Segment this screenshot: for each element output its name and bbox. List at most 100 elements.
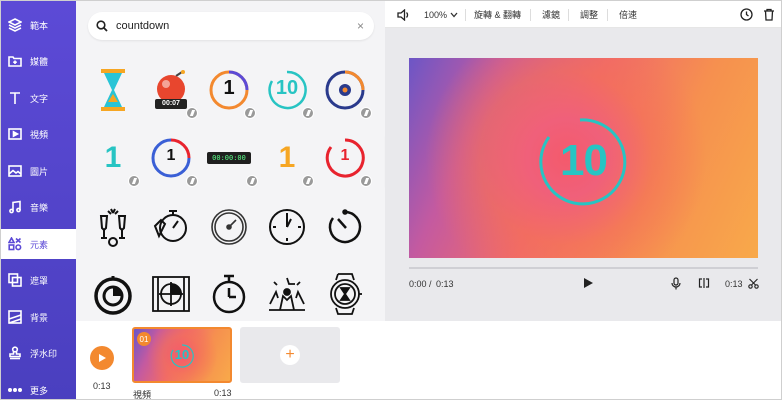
element-digital-clock[interactable]: 00:00:00 bbox=[204, 135, 258, 187]
clear-search-icon[interactable]: × bbox=[357, 19, 364, 33]
element-countdown-ring-red[interactable]: 1 bbox=[322, 135, 372, 187]
add-clip-button[interactable]: + bbox=[240, 327, 340, 383]
element-smartwatch-hourglass[interactable] bbox=[322, 271, 368, 317]
element-countdown-ring-gradient[interactable]: 1 bbox=[148, 135, 198, 187]
element-countdown-dial-blue[interactable] bbox=[322, 67, 372, 119]
sidebar-item-background[interactable]: 背景 bbox=[1, 302, 76, 332]
speed-button[interactable]: 倍速 bbox=[619, 1, 637, 28]
sidebar-item-label: 元素 bbox=[30, 239, 49, 250]
element-party-celebration[interactable] bbox=[264, 271, 310, 317]
stamp-icon bbox=[8, 346, 22, 360]
search-input[interactable] bbox=[116, 20, 346, 32]
sidebar-item-more[interactable]: 更多 bbox=[1, 375, 76, 399]
element-toast-glasses[interactable] bbox=[90, 204, 136, 250]
trim-button[interactable] bbox=[747, 276, 760, 290]
search-bar: × bbox=[88, 12, 374, 40]
split-icon bbox=[698, 278, 710, 288]
premium-badge-icon bbox=[246, 175, 258, 187]
element-bomb-timer[interactable]: 00:07 bbox=[148, 67, 198, 119]
elements-panel: × 00:07 bbox=[76, 1, 385, 321]
filter-button[interactable]: 濾鏡 bbox=[542, 1, 560, 28]
overlay-icon bbox=[8, 273, 22, 287]
element-hourglass[interactable] bbox=[90, 67, 136, 113]
sidebar-item-video[interactable]: 視頻 bbox=[1, 119, 76, 149]
background-icon bbox=[8, 310, 22, 324]
zoom-dropdown[interactable]: 100% bbox=[424, 1, 458, 28]
party-icon bbox=[269, 277, 305, 311]
delete-button[interactable] bbox=[763, 1, 775, 28]
element-timer-lap[interactable] bbox=[322, 204, 368, 250]
premium-badge-icon bbox=[244, 107, 256, 119]
stopwatch-hand-icon bbox=[153, 210, 187, 242]
element-radial-timer[interactable] bbox=[90, 271, 136, 317]
music-icon bbox=[8, 200, 22, 214]
sidebar-item-watermark[interactable]: 浮水印 bbox=[1, 338, 76, 368]
hourglass-icon bbox=[101, 69, 125, 111]
premium-badge-icon bbox=[302, 107, 314, 119]
toast-glasses-icon bbox=[99, 208, 127, 247]
play-icon bbox=[98, 354, 106, 362]
sidebar: 範本 媒體 文字 視頻 圖片 音樂 元素 遮罩 背景 浮水印 更多 bbox=[1, 1, 76, 399]
split-button[interactable] bbox=[697, 276, 711, 290]
play-button[interactable] bbox=[581, 276, 595, 290]
sidebar-item-label: 背景 bbox=[30, 312, 49, 323]
sidebar-item-overlays[interactable]: 遮罩 bbox=[1, 265, 76, 295]
plus-icon: + bbox=[280, 345, 300, 365]
sidebar-item-label: 視頻 bbox=[30, 129, 49, 140]
duration-button[interactable] bbox=[740, 1, 753, 28]
volume-button[interactable] bbox=[397, 1, 410, 28]
rotate-flip-button[interactable]: 旋轉 & 翻轉 bbox=[474, 1, 521, 28]
sidebar-item-label: 遮罩 bbox=[30, 275, 49, 286]
image-icon bbox=[8, 164, 22, 178]
clock-icon bbox=[269, 209, 305, 245]
element-clock-dial[interactable] bbox=[206, 204, 252, 250]
countdown-number: 10 bbox=[560, 136, 608, 185]
element-digit-teal[interactable]: 1 bbox=[90, 135, 140, 187]
element-countdown-ring-orange[interactable]: 1 bbox=[206, 67, 256, 119]
editor-toolbar: 100% 旋轉 & 翻轉 濾鏡 調整 倍速 bbox=[385, 1, 781, 28]
folder-plus-icon bbox=[8, 54, 22, 68]
app-window: 範本 媒體 文字 視頻 圖片 音樂 元素 遮罩 背景 浮水印 更多 countd… bbox=[0, 0, 782, 400]
toolbar-divider bbox=[607, 9, 608, 21]
film-leader-icon bbox=[152, 276, 190, 312]
voiceover-button[interactable] bbox=[670, 276, 682, 290]
sidebar-item-text[interactable]: 文字 bbox=[1, 83, 76, 113]
timeline-strip: 0:13 01 10 視頻 0:13 + bbox=[76, 321, 781, 399]
sidebar-item-images[interactable]: 圖片 bbox=[1, 156, 76, 186]
premium-badge-icon bbox=[360, 107, 372, 119]
digital-clock-icon: 00:00:00 bbox=[207, 152, 251, 164]
timeline-total-time: 0:13 bbox=[93, 381, 111, 391]
toolbar-divider bbox=[465, 9, 466, 21]
toolbar-divider bbox=[568, 9, 569, 21]
stopwatch-icon bbox=[212, 274, 246, 314]
sidebar-item-label: 文字 bbox=[30, 93, 49, 104]
toolbar-divider bbox=[530, 9, 531, 21]
dial-timer-icon bbox=[325, 70, 365, 110]
element-digit-orange[interactable]: 1 bbox=[264, 135, 314, 187]
trash-icon bbox=[764, 8, 774, 21]
element-stopwatch-hand[interactable] bbox=[148, 204, 194, 250]
sidebar-item-label: 音樂 bbox=[30, 202, 49, 213]
total-time: 0:13 bbox=[436, 279, 454, 289]
timeline-play-button[interactable] bbox=[90, 346, 114, 370]
microphone-icon bbox=[671, 276, 681, 289]
adjust-button[interactable]: 調整 bbox=[580, 1, 598, 28]
element-clock-midnight[interactable] bbox=[264, 204, 310, 250]
clip-duration: 0:13 bbox=[725, 279, 743, 289]
sidebar-item-music[interactable]: 音樂 bbox=[1, 192, 76, 222]
timeline-clip[interactable]: 01 10 bbox=[132, 327, 232, 383]
video-icon bbox=[8, 127, 22, 141]
chevron-down-icon bbox=[450, 12, 458, 17]
scissors-icon bbox=[748, 278, 759, 289]
premium-badge-icon bbox=[186, 175, 198, 187]
element-film-countdown[interactable] bbox=[148, 271, 194, 317]
element-countdown-ring-teal[interactable]: 10 bbox=[264, 67, 314, 119]
sidebar-item-templates[interactable]: 範本 bbox=[1, 10, 76, 40]
sidebar-item-media[interactable]: 媒體 bbox=[1, 46, 76, 76]
video-canvas[interactable]: 10 bbox=[409, 58, 758, 258]
sidebar-item-elements[interactable]: 元素 bbox=[1, 229, 76, 259]
element-stopwatch[interactable] bbox=[206, 271, 252, 317]
search-icon bbox=[88, 20, 116, 32]
playback-progress-bar[interactable] bbox=[409, 267, 758, 269]
sidebar-item-label: 範本 bbox=[30, 20, 49, 31]
